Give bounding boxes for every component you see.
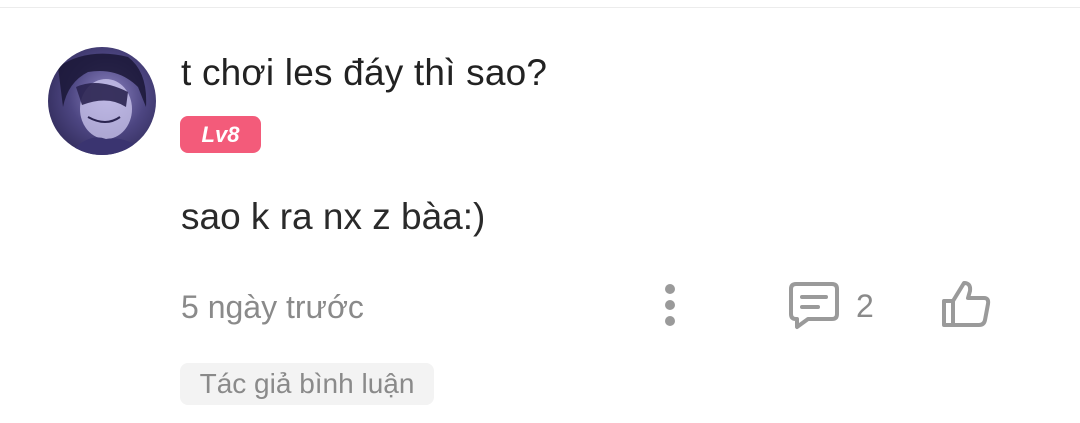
top-divider [0,7,1080,8]
avatar-image [58,53,148,155]
more-vertical-icon [665,284,675,294]
author-replied-tag: Tác giả bình luận [180,363,434,405]
thumbs-up-icon [942,281,991,327]
comment-bubble-icon [789,282,839,329]
reply-button[interactable]: 2 [788,280,888,330]
comment-text: sao k ra nx z bàa:) [181,196,486,237]
comment-timestamp: 5 ngày trước [181,289,364,325]
reply-count: 2 [856,288,874,324]
user-avatar[interactable] [48,47,156,155]
more-options-button[interactable] [659,282,681,328]
like-button[interactable] [940,279,992,329]
comment-username[interactable]: t chơi les đáy thì sao? [181,52,547,94]
level-badge: Lv8 [180,116,261,153]
